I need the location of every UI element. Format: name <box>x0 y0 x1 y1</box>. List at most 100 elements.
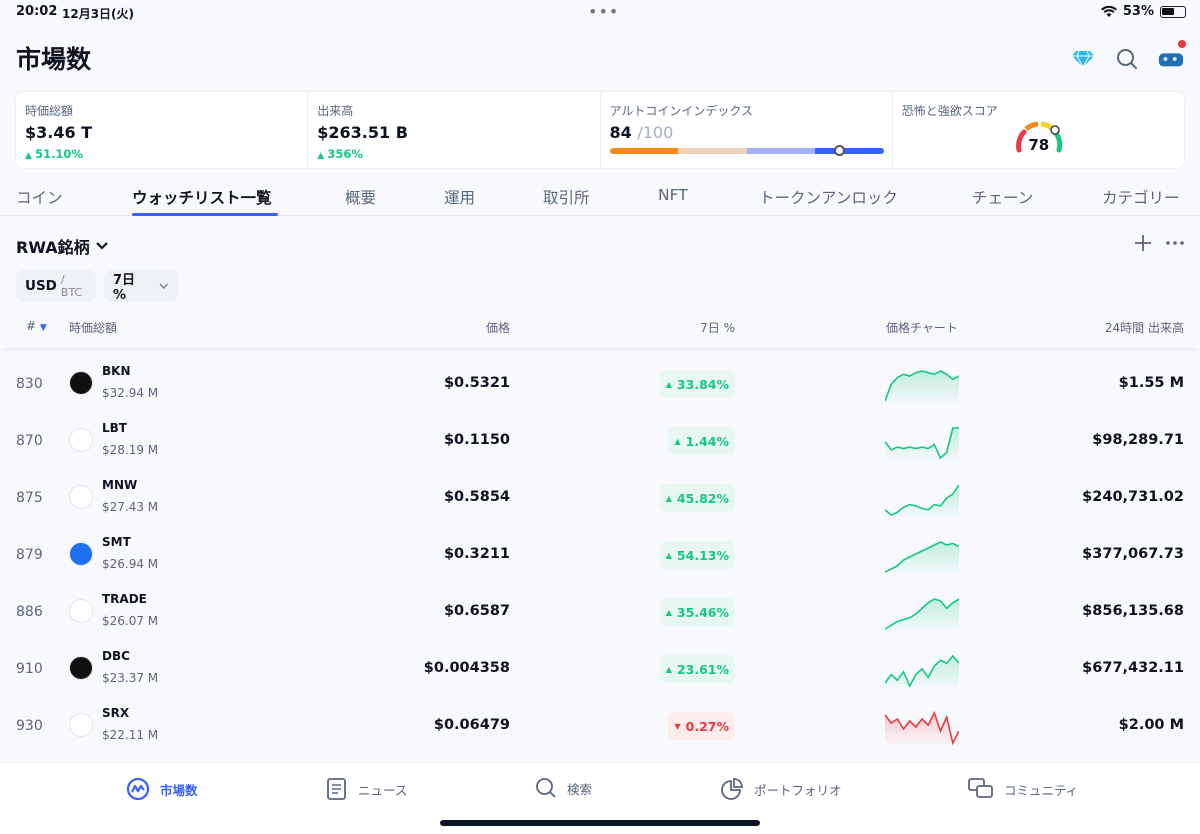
tab-exchanges[interactable]: 取引所 <box>543 186 590 208</box>
nav-portfolio[interactable]: ポートフォリオ <box>720 777 842 801</box>
altcoin-index-max: /100 <box>637 123 674 142</box>
tab-yield[interactable]: 運用 <box>444 186 475 208</box>
sparkline-chart <box>885 427 959 462</box>
home-indicator[interactable] <box>440 820 760 826</box>
row-rank: 870 <box>16 433 43 449</box>
nav-news-label: ニュース <box>358 782 408 798</box>
col-volume[interactable]: 24時間 出来高 <box>1105 319 1184 336</box>
tab-nft[interactable]: NFT <box>658 186 688 204</box>
nav-search[interactable]: 検索 <box>535 777 592 799</box>
table-row[interactable]: 870 LBT $28.19 M $0.1150 ▲ 1.44% $98,289… <box>0 414 1200 471</box>
row-volume: $1.55 M <box>1118 375 1184 391</box>
diamond-icon[interactable] <box>1070 46 1096 72</box>
battery-percent: 53% <box>1122 4 1154 19</box>
caret-up-icon: ▲ <box>665 664 672 674</box>
row-market-cap: $22.11 M <box>102 728 159 742</box>
row-rank: 875 <box>16 490 43 506</box>
caret-up-icon: ▲ <box>665 493 672 503</box>
fear-greed-value: 78 <box>1028 136 1050 154</box>
period-label: 7日 % <box>113 273 136 303</box>
table-header: # ▼ 時価総額 価格 7日 % 価格チャート 24時間 出来高 <box>0 316 1200 348</box>
col-chart: 価格チャート <box>886 321 958 335</box>
chevron-down-icon <box>95 242 108 250</box>
tab-overview[interactable]: 概要 <box>345 186 376 208</box>
col-rank[interactable]: # ▼ <box>26 319 47 333</box>
pie-chart-icon <box>721 778 743 800</box>
tab-coins[interactable]: コイン <box>16 186 63 208</box>
search-icon <box>536 778 556 798</box>
row-volume: $677,432.11 <box>1082 660 1184 676</box>
row-change-badge: ▲ 45.82% <box>659 484 735 512</box>
row-change: 0.27% <box>685 718 729 734</box>
fear-greed-card[interactable]: 恐怖と強欲スコア 78 <box>893 92 1184 168</box>
currency-usd: USD <box>25 278 57 294</box>
caret-up-icon: ▲ <box>665 379 672 389</box>
row-price: $0.5321 <box>443 375 510 391</box>
sparkline-chart <box>885 484 959 519</box>
volume-card[interactable]: 出来高 $263.51 B 356% <box>308 92 601 168</box>
coin-logo-icon <box>69 428 93 452</box>
row-volume: $98,289.71 <box>1092 432 1184 448</box>
nav-news[interactable]: ニュース <box>326 777 407 801</box>
watchlist-name: RWA銘柄 <box>16 238 90 257</box>
col-price[interactable]: 価格 <box>486 319 510 336</box>
row-change: 45.82% <box>676 490 729 506</box>
row-symbol: TRADE <box>102 592 147 606</box>
table-row[interactable]: 910 DBC $23.37 M $0.004358 ▲ 23.61% $677… <box>0 642 1200 699</box>
row-rank: 879 <box>16 547 43 563</box>
table-row[interactable]: 886 TRADE $26.07 M $0.6587 ▲ 35.46% $856… <box>0 585 1200 642</box>
row-symbol: DBC <box>102 649 130 663</box>
sparkline-chart <box>885 370 959 405</box>
currency-toggle[interactable]: USD / BTC <box>16 270 96 302</box>
sparkline-chart <box>885 541 959 576</box>
coin-logo-icon <box>69 656 93 680</box>
markets-icon <box>126 777 150 801</box>
tab-token-unlock[interactable]: トークンアンロック <box>759 186 898 208</box>
row-price: $0.6587 <box>443 603 510 619</box>
row-market-cap: $28.19 M <box>102 443 159 457</box>
sparkline-chart <box>885 654 959 690</box>
nav-community[interactable]: コミュニティ <box>968 777 1078 801</box>
nav-portfolio-label: ポートフォリオ <box>754 782 842 798</box>
col-market-cap[interactable]: 時価総額 <box>69 319 117 336</box>
col-change[interactable]: 7日 % <box>700 319 735 336</box>
coin-logo-icon <box>69 542 93 566</box>
more-icon[interactable] <box>1166 241 1184 245</box>
tab-chains[interactable]: チェーン <box>972 186 1033 208</box>
tab-watchlist[interactable]: ウォッチリスト一覧 <box>132 186 272 208</box>
chevron-down-icon <box>159 283 169 289</box>
altcoin-index-card[interactable]: アルトコインインデックス 84 /100 <box>601 92 893 168</box>
avatar[interactable] <box>1158 40 1186 72</box>
row-volume: $240,731.02 <box>1082 489 1184 505</box>
table-row[interactable]: 930 SRX $22.11 M $0.06479 ▼ 0.27% $2.00 … <box>0 699 1200 756</box>
active-tab-indicator <box>132 213 278 216</box>
market-stats: 時価総額 $3.46 T 51.10% 出来高 $263.51 B 356% ア… <box>16 92 1184 168</box>
table-row[interactable]: 830 BKN $32.94 M $0.5321 ▲ 33.84% $1.55 … <box>0 357 1200 414</box>
page-title: 市場数 <box>16 45 92 74</box>
tab-categories[interactable]: カテゴリー <box>1102 186 1180 208</box>
fear-greed-gauge: 78 <box>1013 116 1065 162</box>
row-symbol: SMT <box>102 535 131 549</box>
nav-markets[interactable]: 市場数 <box>126 777 198 801</box>
caret-up-icon: ▲ <box>674 436 681 446</box>
watchlist-actions <box>1134 234 1184 252</box>
add-icon[interactable] <box>1134 234 1152 252</box>
row-change: 54.13% <box>676 547 729 563</box>
status-time: 20:02 <box>16 4 58 19</box>
market-cap-card[interactable]: 時価総額 $3.46 T 51.10% <box>16 92 309 168</box>
coin-logo-icon <box>69 485 93 509</box>
status-date: 12月3日(火) <box>62 7 135 21</box>
table-row[interactable]: 879 SMT $26.94 M $0.3211 ▲ 54.13% $377,0… <box>0 528 1200 585</box>
search-icon[interactable] <box>1114 46 1140 72</box>
volume-change: 356% <box>317 147 590 161</box>
row-market-cap: $26.94 M <box>102 557 159 571</box>
period-dropdown[interactable]: 7日 % <box>104 270 178 303</box>
row-market-cap: $26.07 M <box>102 614 159 628</box>
table-row[interactable]: 875 MNW $27.43 M $0.5854 ▲ 45.82% $240,7… <box>0 471 1200 528</box>
header-actions <box>1070 40 1186 72</box>
watchlist-selector[interactable]: RWA銘柄 <box>16 234 108 258</box>
currency-btc: / BTC <box>60 273 83 299</box>
battery-icon <box>1160 5 1186 18</box>
multitasking-dots-icon[interactable]: ••• <box>588 2 619 21</box>
row-change-badge: ▲ 54.13% <box>659 541 735 569</box>
